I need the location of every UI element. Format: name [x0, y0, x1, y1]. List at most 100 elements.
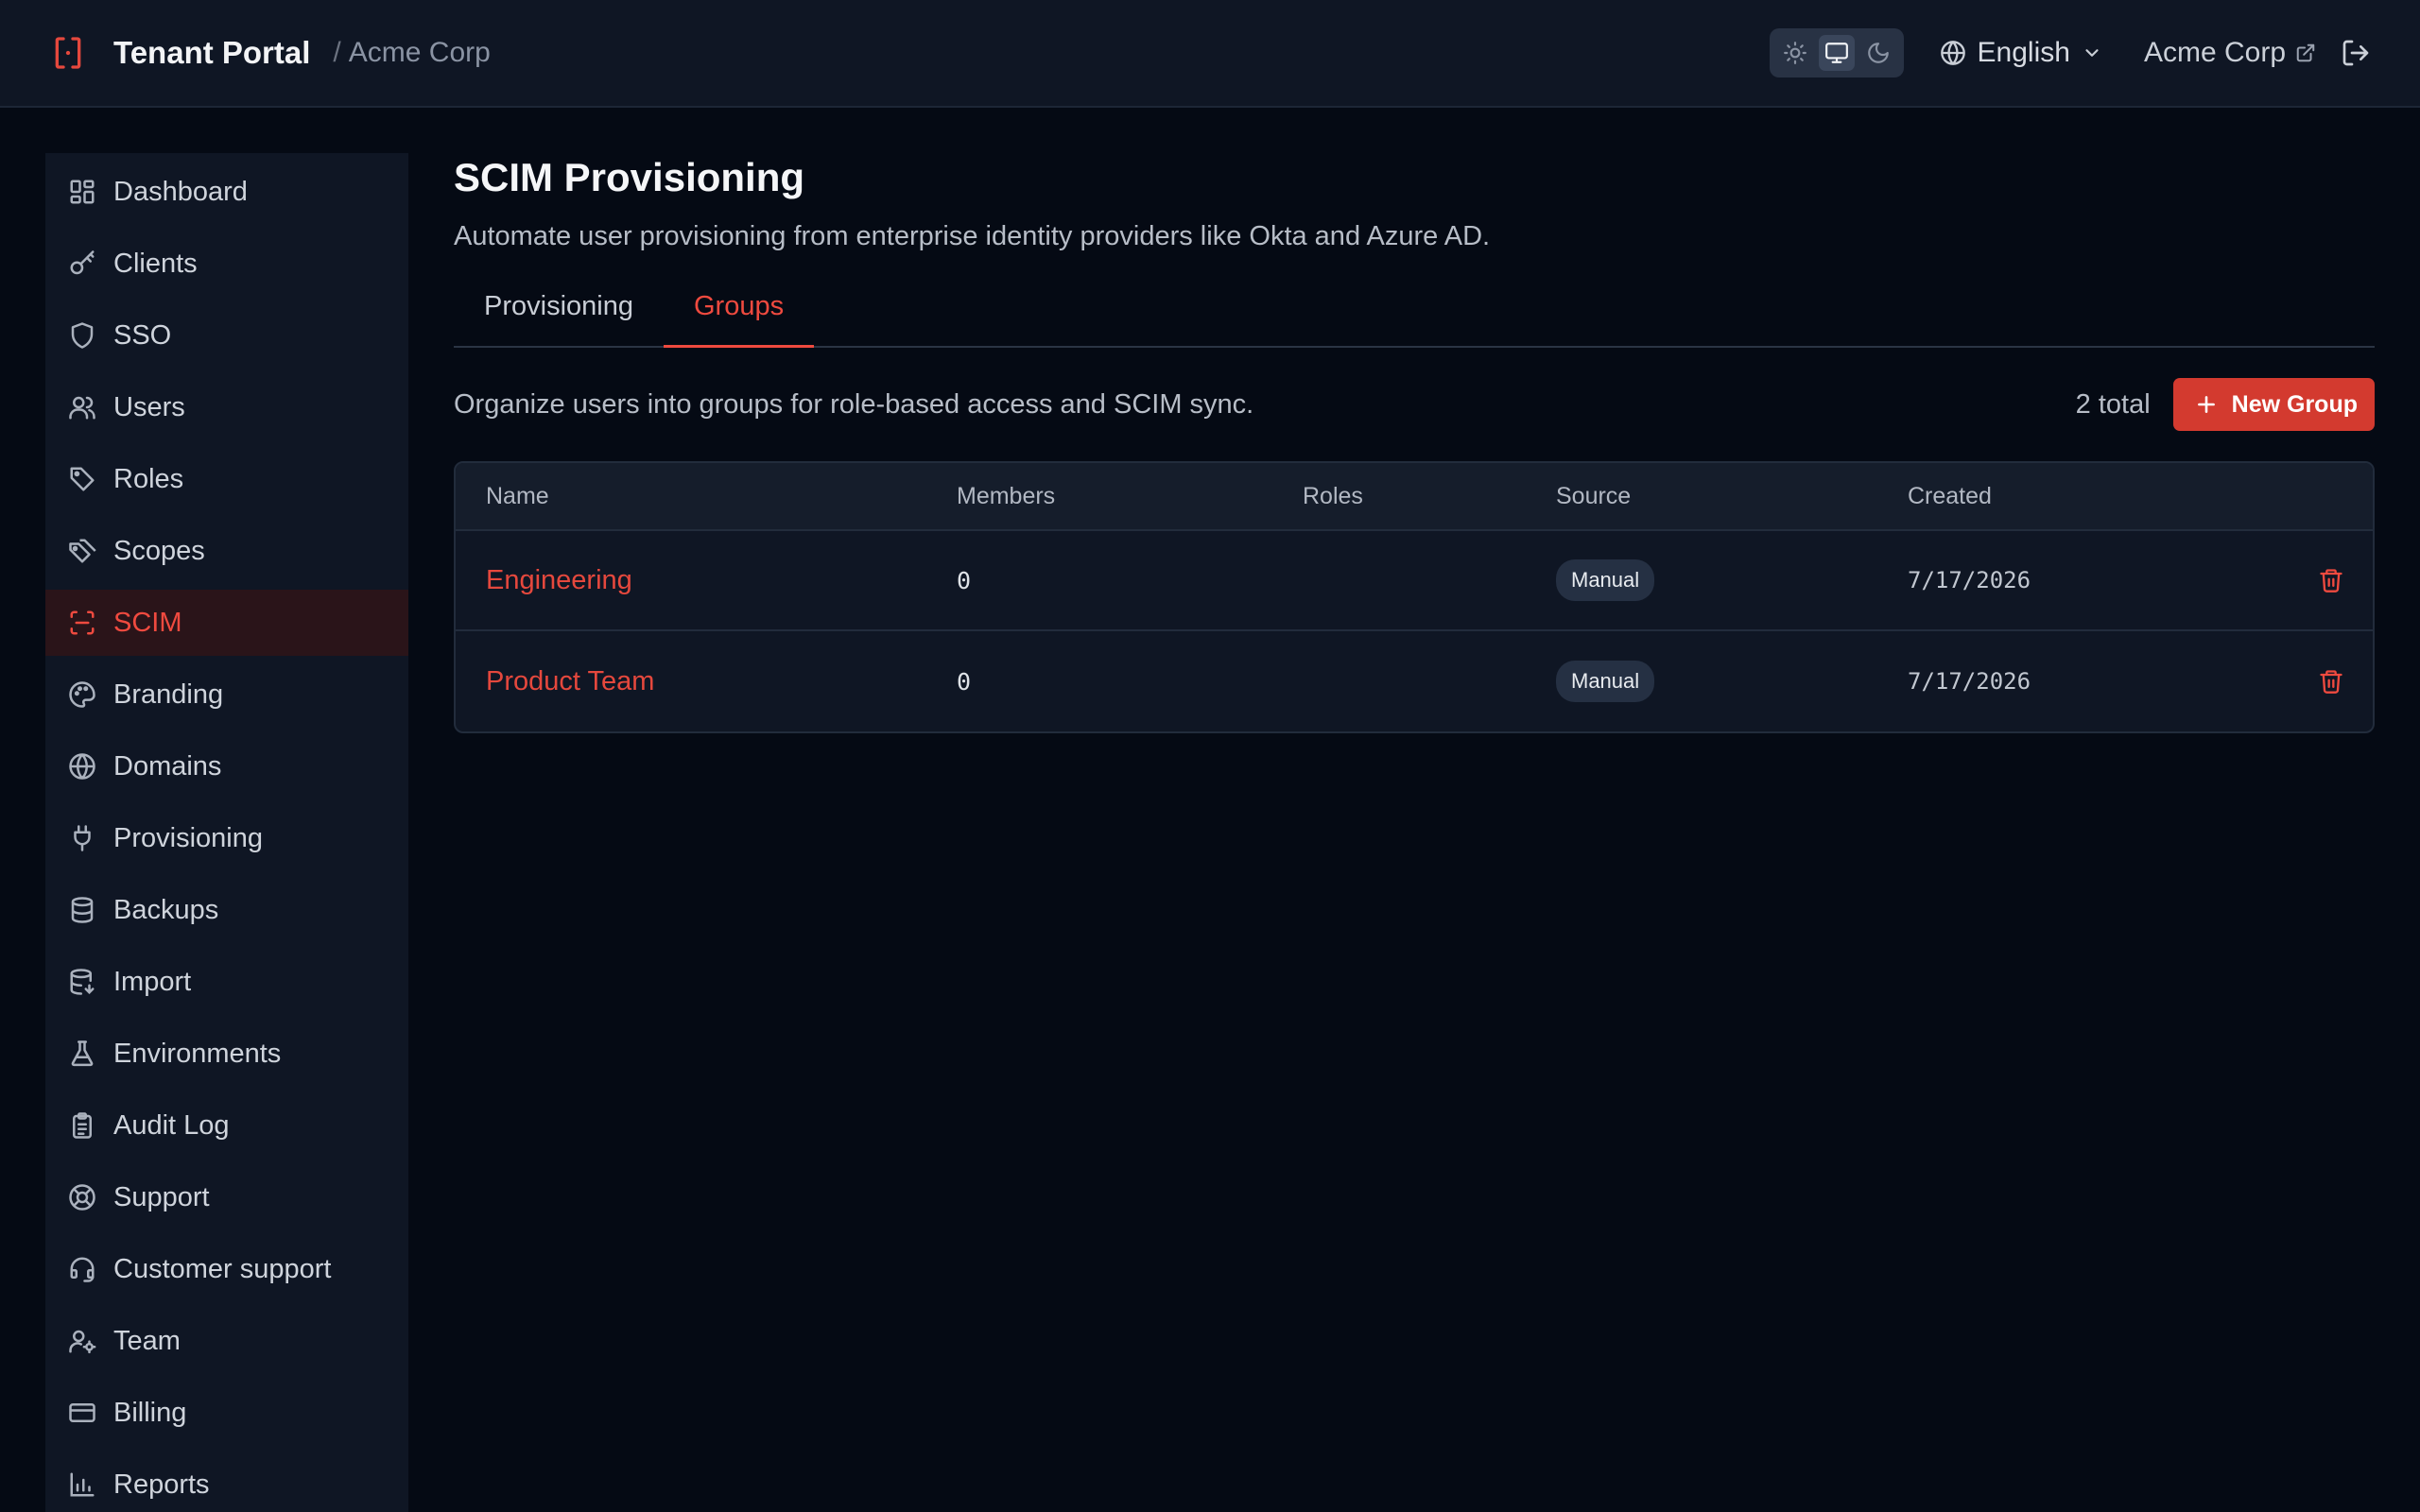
sidebar-item-label: Reports: [113, 1469, 210, 1500]
plus-icon: [2197, 396, 2215, 413]
organization-link[interactable]: Acme Corp: [2144, 37, 2316, 69]
sidebar-item-label: Dashboard: [113, 176, 248, 207]
sidebar: Dashboard Clients SSO Users Roles Scopes…: [45, 153, 408, 1512]
group-created-date: 7/17/2026: [1908, 567, 2031, 593]
external-link-icon: [2296, 43, 2315, 62]
sidebar-item-team[interactable]: Team: [45, 1308, 408, 1374]
sidebar-item-sso[interactable]: SSO: [45, 302, 408, 369]
groups-table: Name Members Roles Source Created Engine…: [454, 461, 2375, 733]
tags-icon: [69, 539, 96, 563]
clipboard-icon: [73, 1112, 92, 1139]
source-badge: Manual: [1556, 559, 1655, 601]
groups-toolbar: Organize users into groups for role-base…: [454, 378, 2375, 431]
sidebar-item-label: Environments: [113, 1038, 282, 1069]
sidebar-item-domains[interactable]: Domains: [45, 733, 408, 799]
group-name-link[interactable]: Engineering: [456, 565, 957, 596]
sidebar-item-environments[interactable]: Environments: [45, 1021, 408, 1087]
source-badge: Manual: [1556, 661, 1655, 702]
sidebar-item-customer-support[interactable]: Customer support: [45, 1236, 408, 1302]
top-header: Tenant Portal / Acme Corp English Acme C…: [0, 0, 2420, 108]
logout-icon[interactable]: [2341, 38, 2371, 68]
language-label: English: [1977, 37, 2070, 68]
organization-link-label: Acme Corp: [2143, 37, 2286, 68]
palette-icon: [69, 681, 95, 708]
delete-group-button[interactable]: [2318, 567, 2344, 593]
column-header-name[interactable]: Name: [456, 483, 957, 510]
sidebar-item-label: Import: [113, 966, 192, 997]
sidebar-item-support[interactable]: Support: [45, 1164, 408, 1230]
credit-card-icon: [69, 1403, 95, 1422]
sidebar-item-label: Domains: [113, 750, 222, 782]
column-header-created[interactable]: Created: [1908, 483, 2267, 510]
globe-icon: [1940, 40, 1966, 66]
user-cog-icon: [69, 1330, 96, 1354]
sidebar-item-label: Clients: [113, 248, 198, 279]
sidebar-item-label: Users: [113, 391, 185, 422]
flask-icon: [71, 1040, 94, 1067]
system-theme-button[interactable]: [1818, 35, 1855, 71]
database-import-icon: [70, 969, 95, 995]
group-members-count: 0: [957, 667, 972, 696]
sidebar-item-provisioning[interactable]: Provisioning: [45, 805, 408, 871]
globe-icon: [69, 753, 95, 780]
sidebar-item-import[interactable]: Import: [45, 949, 408, 1015]
sun-icon: [1783, 42, 1806, 64]
light-theme-button[interactable]: [1777, 35, 1813, 71]
breadcrumb-separator: /: [333, 37, 341, 68]
theme-toggle: [1769, 28, 1904, 77]
table-row: Product Team 0 Manual 7/17/2026: [456, 631, 2373, 731]
column-header-members[interactable]: Members: [957, 483, 1303, 510]
group-created-date: 7/17/2026: [1908, 668, 2031, 695]
table-header: Name Members Roles Source Created: [456, 463, 2373, 531]
sidebar-item-label: Support: [113, 1181, 210, 1212]
sidebar-item-label: Backups: [113, 894, 219, 925]
groups-description: Organize users into groups for role-base…: [454, 388, 1254, 420]
language-selector[interactable]: English: [1940, 37, 2102, 69]
key-icon: [70, 250, 95, 275]
app-title[interactable]: Tenant Portal: [113, 35, 310, 71]
users-icon: [69, 396, 95, 420]
sidebar-item-dashboard[interactable]: Dashboard: [45, 159, 408, 225]
sidebar-item-audit-log[interactable]: Audit Log: [45, 1092, 408, 1159]
tag-icon: [70, 467, 95, 491]
headset-icon: [70, 1257, 95, 1282]
sidebar-item-label: SCIM: [113, 607, 182, 638]
sidebar-item-label: Team: [113, 1325, 181, 1356]
dark-theme-button[interactable]: [1860, 35, 1896, 71]
column-header-roles[interactable]: Roles: [1303, 483, 1556, 510]
chevron-down-icon: [2082, 43, 2102, 63]
tab-bar: Provisioning Groups: [454, 287, 2375, 348]
scan-icon: [70, 610, 95, 635]
column-header-source[interactable]: Source: [1556, 483, 1908, 510]
sidebar-item-clients[interactable]: Clients: [45, 231, 408, 297]
database-icon: [71, 897, 94, 923]
sidebar-item-backups[interactable]: Backups: [45, 877, 408, 943]
sidebar-item-scopes[interactable]: Scopes: [45, 518, 408, 584]
sidebar-item-branding[interactable]: Branding: [45, 662, 408, 728]
sidebar-item-label: Audit Log: [113, 1109, 230, 1141]
group-name-link[interactable]: Product Team: [456, 666, 957, 697]
sidebar-item-scim[interactable]: SCIM: [45, 590, 408, 656]
tab-groups[interactable]: Groups: [663, 287, 815, 348]
sidebar-item-label: Customer support: [113, 1253, 332, 1284]
sidebar-item-billing[interactable]: Billing: [45, 1380, 408, 1446]
group-members-count: 0: [957, 566, 972, 594]
sidebar-item-label: Roles: [113, 463, 184, 494]
new-group-button[interactable]: New Group: [2172, 378, 2375, 431]
new-group-label: New Group: [2231, 390, 2358, 418]
delete-group-button[interactable]: [2318, 668, 2344, 695]
table-row: Engineering 0 Manual 7/17/2026: [456, 531, 2373, 631]
sidebar-item-label: Provisioning: [113, 822, 263, 853]
sidebar-item-label: Billing: [113, 1397, 187, 1428]
monitor-icon: [1824, 43, 1848, 63]
breadcrumb-tenant: Acme Corp: [348, 37, 491, 68]
sidebar-item-users[interactable]: Users: [45, 374, 408, 440]
sidebar-item-reports[interactable]: Reports: [45, 1452, 408, 1512]
tab-provisioning[interactable]: Provisioning: [454, 287, 664, 348]
page-title: SCIM Provisioning: [454, 155, 805, 199]
sidebar-item-label: SSO: [113, 319, 172, 351]
moon-icon: [1867, 43, 1889, 63]
shield-icon: [71, 322, 94, 349]
sidebar-item-roles[interactable]: Roles: [45, 446, 408, 512]
page-subtitle: Automate user provisioning from enterpri…: [454, 221, 1491, 251]
